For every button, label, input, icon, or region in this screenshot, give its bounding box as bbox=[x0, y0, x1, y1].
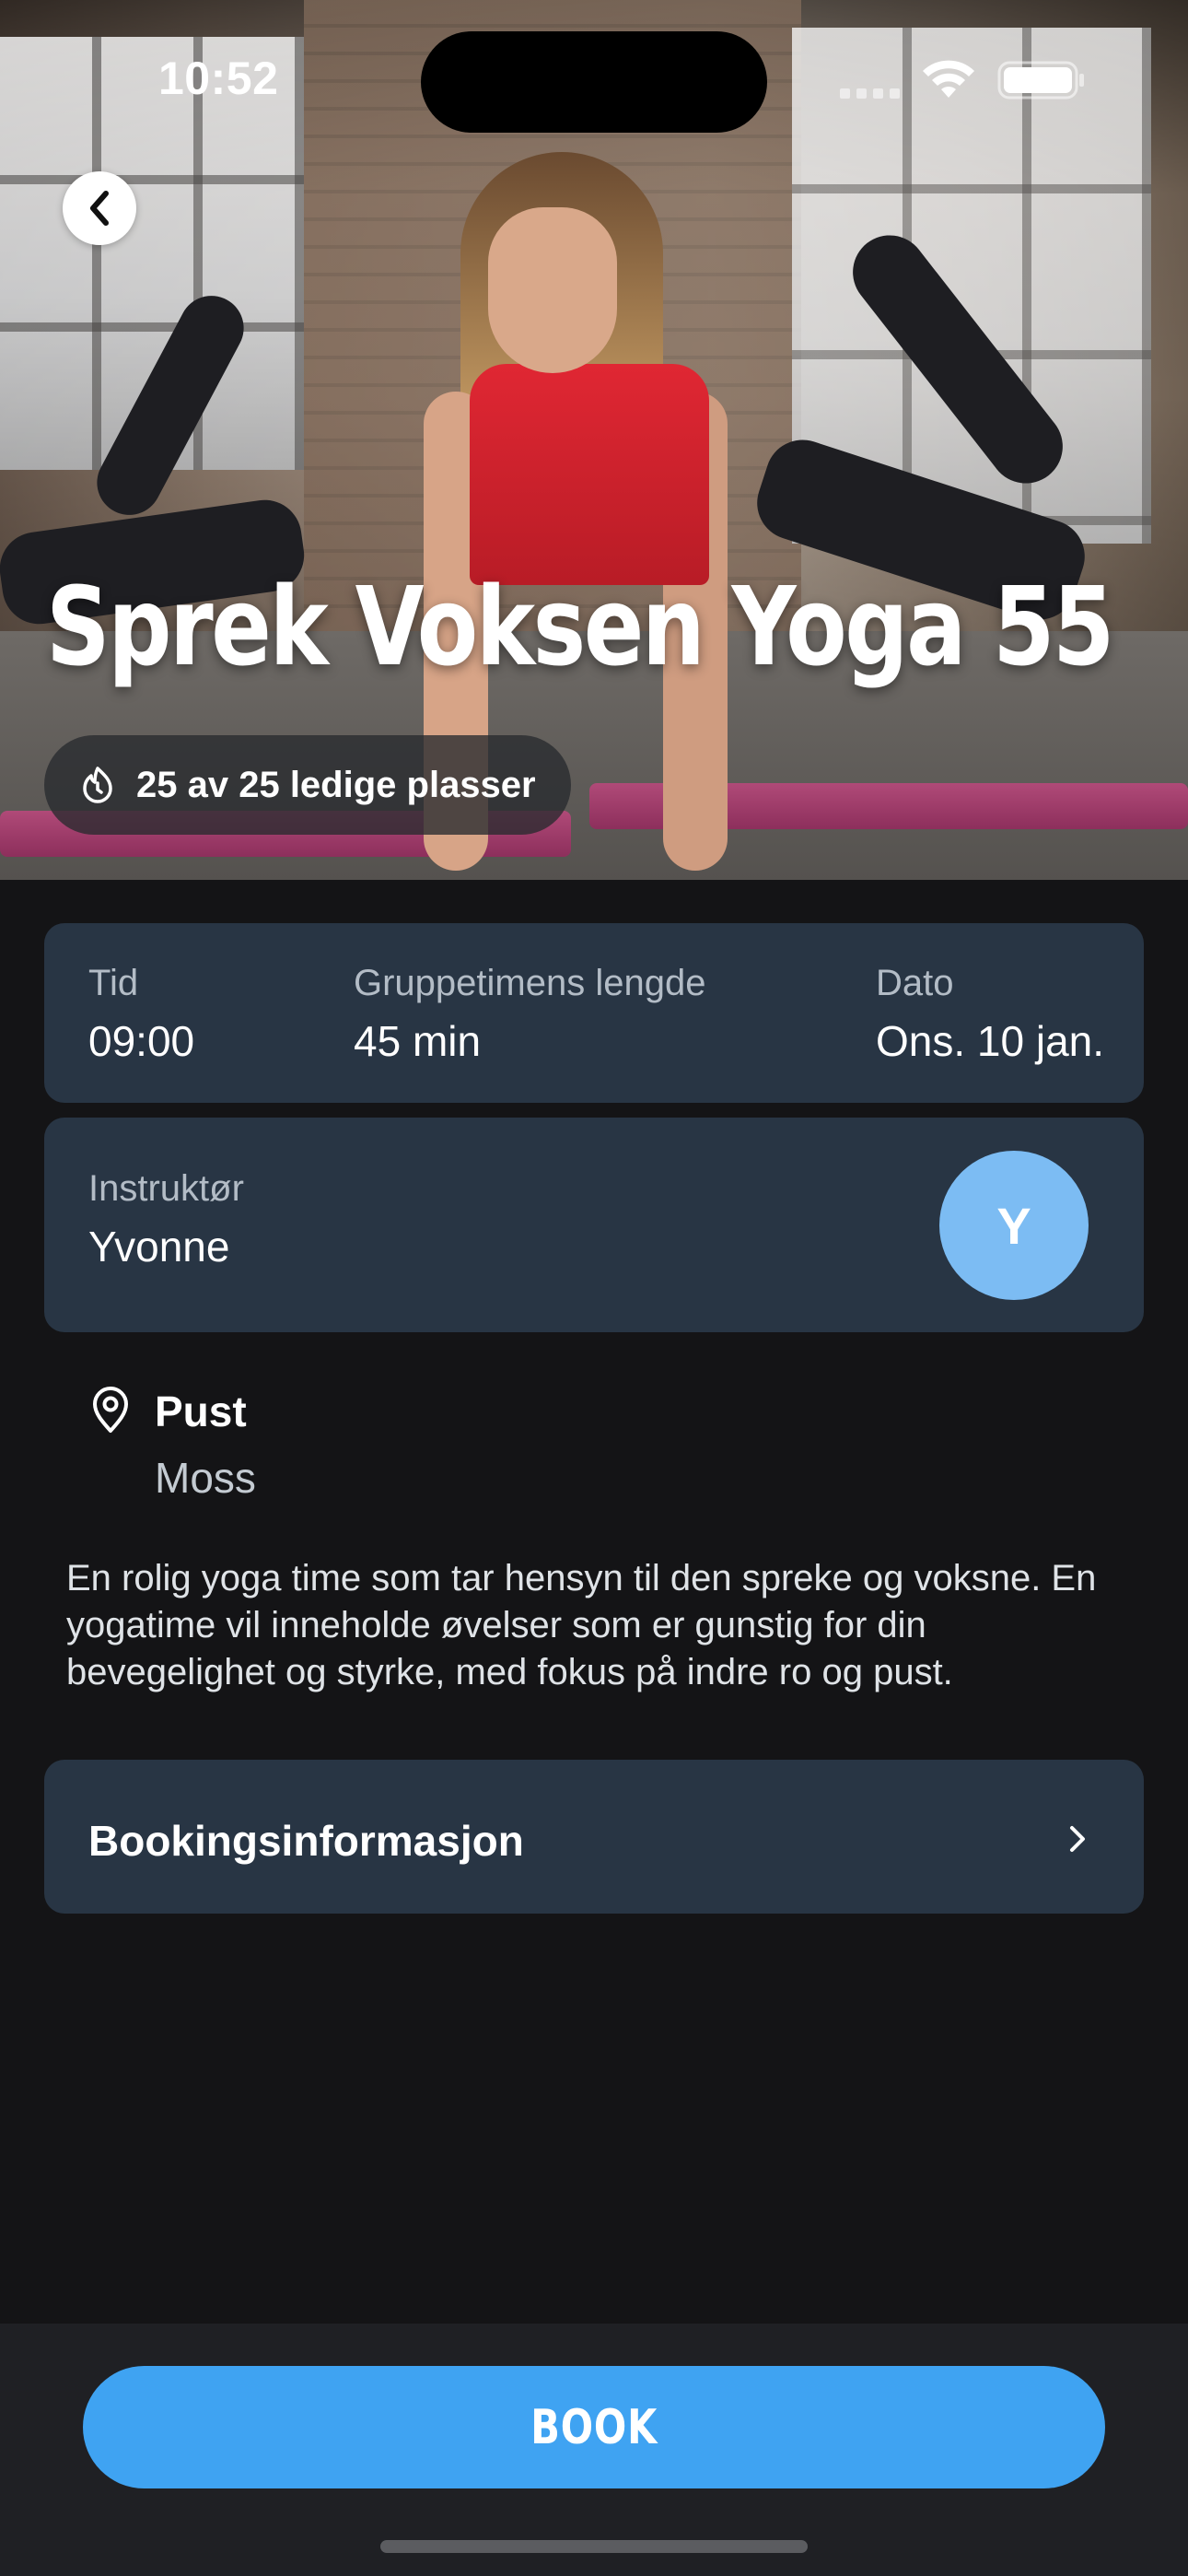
class-title: Sprek Voksen Yoga 55 bbox=[46, 563, 1114, 690]
duration-value: 45 min bbox=[354, 1017, 482, 1065]
instructor-avatar[interactable]: Y bbox=[939, 1151, 1089, 1300]
instructor-name: Yvonne bbox=[88, 1223, 230, 1270]
cellular-signal-icon bbox=[840, 88, 900, 99]
back-button[interactable] bbox=[63, 171, 136, 245]
booking-info-label: Bookingsinformasjon bbox=[88, 1817, 524, 1865]
home-indicator[interactable] bbox=[380, 2540, 808, 2553]
date-label: Dato bbox=[876, 963, 954, 1003]
battery-icon bbox=[997, 61, 1084, 100]
location-city: Moss bbox=[155, 1454, 256, 1502]
class-details-card: Tid 09:00 Gruppetimens lengde 45 min Dat… bbox=[44, 923, 1144, 1103]
flame-timer-icon bbox=[83, 767, 112, 803]
status-time: 10:52 bbox=[158, 53, 279, 104]
instructor-label: Instruktør bbox=[88, 1168, 244, 1209]
duration-label: Gruppetimens lengde bbox=[354, 963, 706, 1003]
instructor-detail: Instruktør Yvonne bbox=[88, 1165, 244, 1274]
availability-text: 25 av 25 ledige plasser bbox=[136, 764, 536, 805]
time-label: Tid bbox=[88, 963, 139, 1003]
class-description: En rolig yoga time som tar hensyn til de… bbox=[66, 1558, 1097, 1692]
dynamic-island bbox=[421, 31, 767, 133]
date-detail: Dato Ons. 10 jan. bbox=[876, 960, 1104, 1069]
location-pin-icon bbox=[93, 1387, 128, 1433]
book-button-label: BOOK bbox=[530, 2399, 658, 2455]
book-button[interactable]: BOOK bbox=[83, 2366, 1105, 2488]
wifi-icon bbox=[923, 60, 974, 98]
location-name: Pust bbox=[155, 1388, 247, 1435]
chevron-left-icon bbox=[90, 191, 109, 226]
availability-badge: 25 av 25 ledige plasser bbox=[44, 735, 571, 835]
time-detail: Tid 09:00 bbox=[88, 960, 194, 1069]
duration-detail: Gruppetimens lengde 45 min bbox=[354, 960, 705, 1069]
time-value: 09:00 bbox=[88, 1017, 195, 1065]
chevron-right-icon bbox=[1070, 1826, 1085, 1852]
date-value: Ons. 10 jan. bbox=[876, 1017, 1105, 1065]
